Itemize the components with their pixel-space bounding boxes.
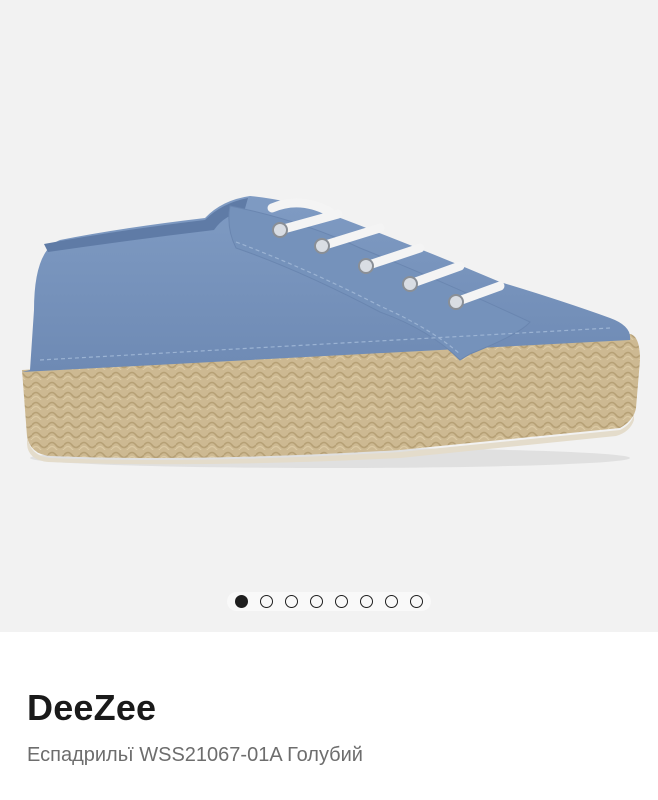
brand-name[interactable]: DeeZee (27, 687, 156, 729)
pager-dot-3[interactable] (285, 594, 298, 608)
pager-dot-5[interactable] (335, 594, 348, 608)
pager-dot-8[interactable] (410, 594, 423, 608)
product-image-gallery[interactable] (0, 0, 658, 632)
image-pager (0, 590, 658, 612)
pager-dot-6[interactable] (360, 594, 373, 608)
pager-dot-4[interactable] (310, 594, 323, 608)
product-description: Еспадрильї WSS21067-01A Голубий (27, 744, 363, 766)
pager-dot-7[interactable] (385, 594, 398, 608)
pager-dot-2[interactable] (260, 594, 273, 608)
product-info: DeeZee Еспадрильї WSS21067-01A Голубий (0, 632, 658, 800)
product-image[interactable] (0, 0, 658, 632)
pager-dot-1[interactable] (235, 594, 248, 608)
pager-dots (227, 591, 431, 611)
